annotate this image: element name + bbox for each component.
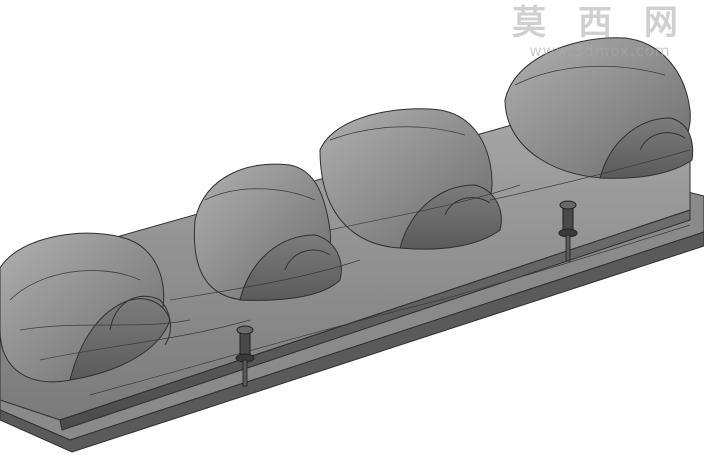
viewport: 莫 西 网 www.3dmox.com xyxy=(0,0,704,469)
valve-cover-render xyxy=(0,37,704,453)
